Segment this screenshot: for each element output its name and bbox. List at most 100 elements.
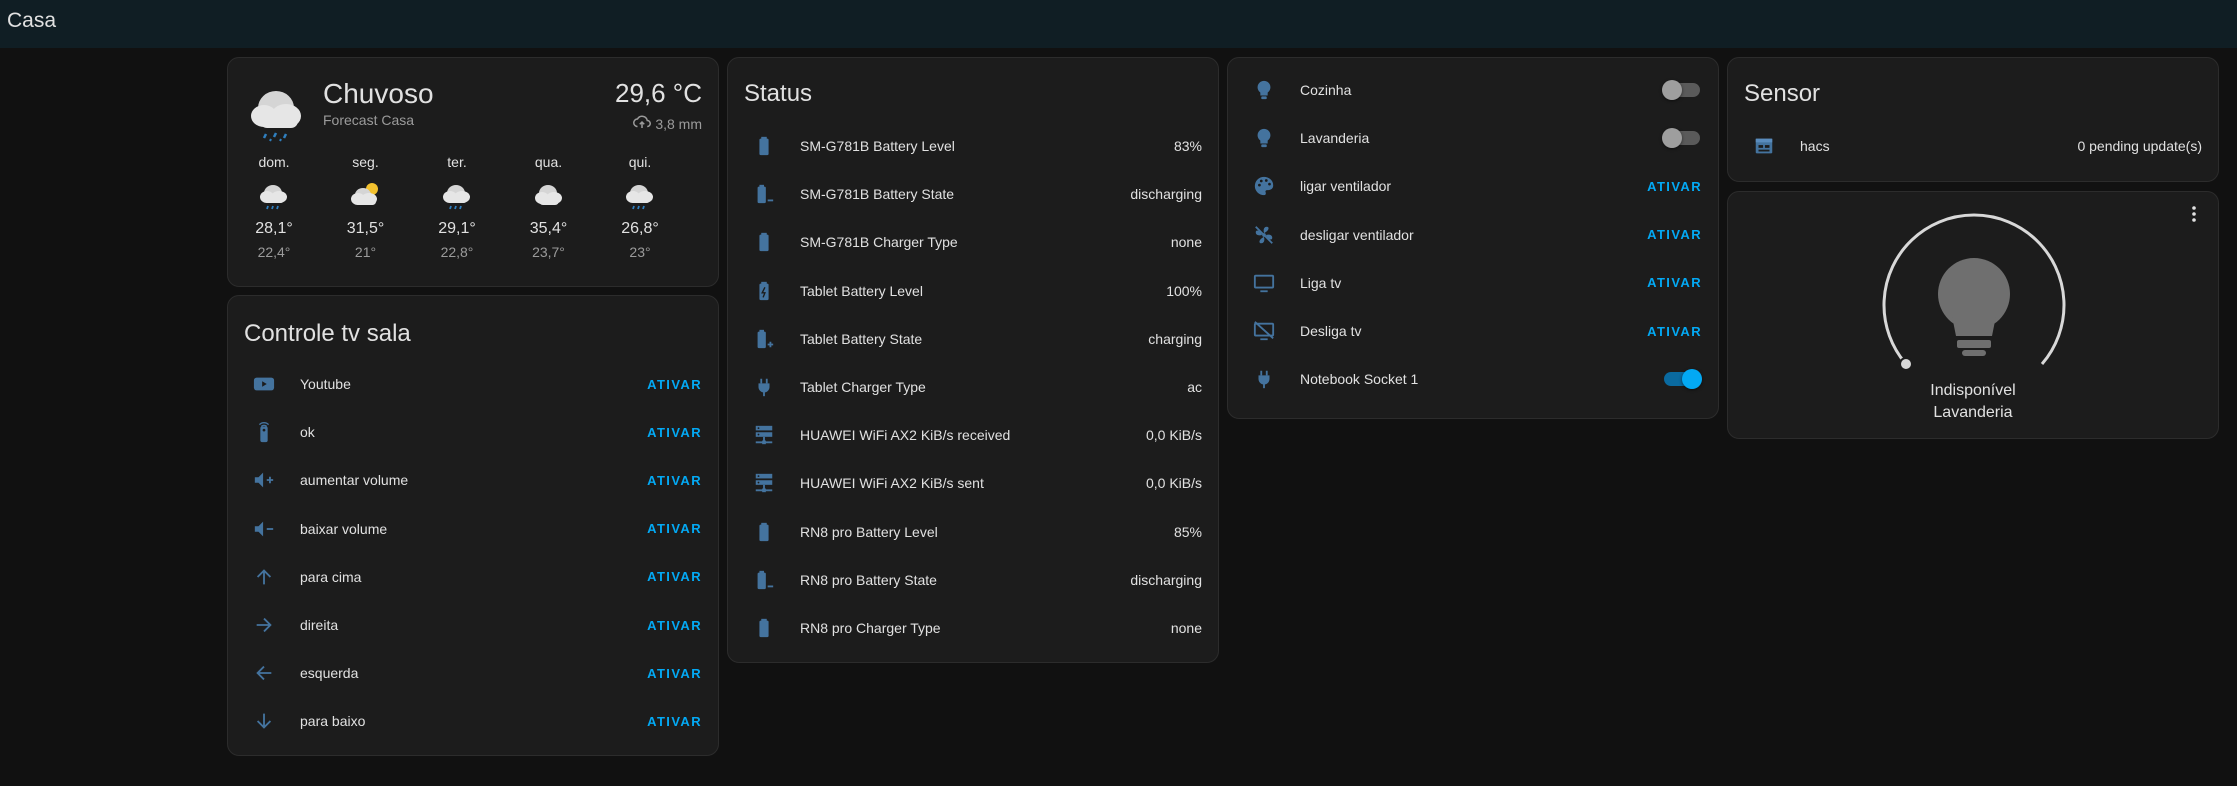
item-label: baixar volume: [300, 520, 388, 537]
list-item[interactable]: Notebook Socket 1: [1228, 355, 1718, 403]
forecast-day-label: seg.: [352, 154, 379, 170]
list-item[interactable]: Tablet Charger Type ac: [728, 363, 1218, 411]
forecast-day: seg. 31,5° 21°: [336, 154, 396, 260]
television-icon: [1252, 271, 1276, 295]
list-item[interactable]: ok ATIVAR: [228, 408, 718, 456]
weather-name: Forecast Casa: [323, 112, 415, 128]
item-label: SM-G781B Battery Level: [800, 138, 955, 154]
list-item[interactable]: SM-G781B Charger Type none: [728, 218, 1218, 266]
item-value: discharging: [1130, 186, 1202, 203]
status-card: Status SM-G781B Battery Level 83% SM-G781B…: [727, 57, 1219, 663]
activate-button[interactable]: ATIVAR: [647, 714, 702, 729]
weather-card[interactable]: Chuvoso Forecast Casa 29,6 °C 3,8 mm dom…: [227, 57, 719, 287]
list-item[interactable]: HUAWEI WiFi AX2 KiB/s received 0,0 KiB/s: [728, 411, 1218, 459]
battery-icon: [752, 230, 776, 254]
list-item[interactable]: direita ATIVAR: [228, 601, 718, 649]
list-item[interactable]: SM-G781B Battery Level 83%: [728, 122, 1218, 170]
forecast-day: dom. 28,1° 22,4°: [244, 154, 304, 260]
weather-cloudy-icon: [519, 174, 579, 218]
item-value: ac: [1187, 379, 1202, 395]
forecast-day: qua. 35,4° 23,7°: [519, 154, 579, 260]
forecast-day-label: ter.: [447, 154, 467, 170]
list-item[interactable]: Tablet Battery Level 100%: [728, 267, 1218, 315]
activate-button[interactable]: ATIVAR: [647, 618, 702, 633]
toggle-switch[interactable]: [1664, 369, 1702, 390]
activate-button[interactable]: ATIVAR: [647, 473, 702, 488]
toggle-knob: [1662, 128, 1682, 149]
forecast-high: 29,1°: [438, 220, 476, 237]
forecast-day: ter. 29,1° 22,8°: [427, 154, 487, 260]
list-item[interactable]: ligar ventilador ATIVAR: [1228, 162, 1718, 210]
list-item[interactable]: Tablet Battery State charging: [728, 315, 1218, 363]
activate-button[interactable]: ATIVAR: [1647, 275, 1702, 290]
controls-card: Cozinha Lavanderia ligar ventilador ATIVAR d…: [1227, 57, 1719, 419]
activate-button[interactable]: ATIVAR: [647, 521, 702, 536]
activate-button[interactable]: ATIVAR: [647, 425, 702, 440]
list-item[interactable]: SM-G781B Battery State discharging: [728, 170, 1218, 218]
list-item[interactable]: para baixo ATIVAR: [228, 697, 718, 745]
activate-button[interactable]: ATIVAR: [1647, 227, 1702, 242]
list-item[interactable]: esquerda ATIVAR: [228, 649, 718, 697]
item-value: none: [1170, 234, 1202, 251]
activate-button[interactable]: ATIVAR: [1647, 179, 1702, 194]
list-item[interactable]: Youtube ATIVAR: [228, 360, 718, 408]
app-title: Casa: [7, 9, 57, 32]
list-item[interactable]: Lavanderia: [1228, 114, 1718, 162]
top-bar: Casa: [0, 0, 2237, 48]
volume-minus-icon: [252, 517, 276, 541]
fan-off-icon: [1252, 223, 1276, 247]
activate-button[interactable]: ATIVAR: [647, 666, 702, 681]
list-item[interactable]: desligar ventilador ATIVAR: [1228, 211, 1718, 259]
light-card[interactable]: Indisponível Lavanderia: [1727, 191, 2219, 439]
item-label: Cozinha: [1300, 82, 1352, 98]
list-item[interactable]: Desliga tv ATIVAR: [1228, 307, 1718, 355]
list-item[interactable]: baixar volume ATIVAR: [228, 505, 718, 553]
list-item[interactable]: HUAWEI WiFi AX2 KiB/s sent 0,0 KiB/s: [728, 459, 1218, 507]
list-item[interactable]: RN8 pro Battery State discharging: [728, 556, 1218, 604]
forecast-day: qui. 26,8° 23°: [610, 154, 670, 260]
cloud-upload-icon: [633, 114, 652, 133]
power-plug-icon: [1252, 367, 1276, 391]
hacs-icon: [1752, 134, 1776, 158]
lightbulb-icon: [1252, 126, 1276, 150]
list-item[interactable]: RN8 pro Charger Type none: [728, 604, 1218, 652]
item-label: para cima: [300, 568, 362, 585]
forecast-day-label: qui.: [628, 154, 652, 170]
card-title: Status: [744, 80, 813, 107]
item-label: SM-G781B Battery State: [800, 186, 955, 203]
list-item[interactable]: Cozinha: [1228, 66, 1718, 114]
more-options-icon[interactable]: [2184, 204, 2204, 224]
forecast-low: 23°: [629, 244, 651, 260]
forecast-high: 26,8°: [621, 220, 659, 237]
item-label: SM-G781B Charger Type: [800, 234, 958, 251]
list-item[interactable]: Liga tv ATIVAR: [1228, 259, 1718, 307]
lightbulb-icon[interactable]: [1934, 258, 2014, 362]
battery-icon: [752, 616, 776, 640]
weather-rainy-icon: [610, 174, 670, 218]
item-label: RN8 pro Battery State: [800, 571, 937, 588]
item-label: para baixo: [300, 713, 366, 730]
toggle-switch[interactable]: [1662, 128, 1700, 149]
item-label: Liga tv: [1300, 274, 1342, 291]
item-label: Tablet Battery State: [800, 330, 923, 347]
item-label: Tablet Charger Type: [800, 379, 926, 395]
activate-button[interactable]: ATIVAR: [1647, 324, 1702, 339]
list-item[interactable]: RN8 pro Battery Level 85%: [728, 508, 1218, 556]
item-value: 0,0 KiB/s: [1145, 475, 1202, 492]
activate-button[interactable]: ATIVAR: [647, 377, 702, 392]
item-label: RN8 pro Battery Level: [800, 523, 938, 540]
activate-button[interactable]: ATIVAR: [647, 569, 702, 584]
toggle-switch[interactable]: [1662, 80, 1700, 100]
battery-minus-icon: [752, 182, 776, 206]
forecast-low: 23,7°: [532, 244, 565, 260]
item-label: HUAWEI WiFi AX2 KiB/s sent: [800, 475, 984, 492]
sensor-row-hacs[interactable]: hacs 0 pending update(s): [1728, 122, 2218, 170]
item-value: 83%: [1173, 138, 1202, 154]
weather-temperature: 29,6 °C: [614, 78, 702, 108]
arrow-down-icon: [252, 709, 276, 733]
list-item[interactable]: aumentar volume ATIVAR: [228, 456, 718, 504]
list-item[interactable]: para cima ATIVAR: [228, 553, 718, 601]
battery-charging-icon: [752, 279, 776, 303]
item-label: RN8 pro Charger Type: [800, 620, 941, 636]
precipitation-value: 3,8 mm: [655, 115, 702, 132]
